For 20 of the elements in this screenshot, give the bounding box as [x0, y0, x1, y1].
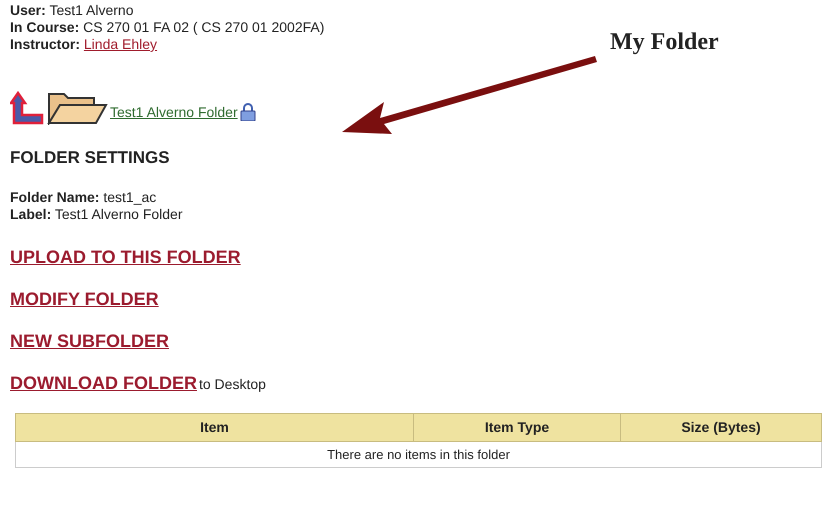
setting-line: Folder Name: test1_ac [10, 188, 156, 206]
annotation-label: My Folder [610, 28, 719, 57]
lock-icon [240, 103, 256, 121]
up-arrow-icon[interactable] [10, 91, 44, 125]
folder-link[interactable]: Test1 Alverno Folder [110, 102, 238, 123]
column-header: Item [16, 413, 414, 441]
empty-message: There are no items in this folder [16, 441, 822, 468]
action-link[interactable]: MODIFY FOLDER [10, 286, 159, 310]
link-suffix: to Desktop [198, 374, 266, 394]
info-line: Instructor: Linda Ehley [10, 36, 158, 53]
action-link[interactable]: UPLOAD TO THIS FOLDER [10, 244, 241, 268]
info-line: In Course: CS 270 01 FA 02 ( CS 270 01 2002FA) [10, 19, 324, 36]
column-header: Size (Bytes) [620, 413, 822, 441]
info-line: User: Test1 Alverno [10, 2, 134, 19]
column-header: Item Type [414, 413, 620, 441]
section-title: FOLDER SETTINGS [10, 147, 171, 169]
setting-line: Label: Test1 Alverno Folder [10, 206, 182, 222]
action-link[interactable]: NEW SUBFOLDER [10, 328, 169, 352]
action-link[interactable]: DOWNLOAD FOLDER [10, 370, 197, 394]
instructor-link[interactable]: Linda Ehley [84, 36, 158, 52]
